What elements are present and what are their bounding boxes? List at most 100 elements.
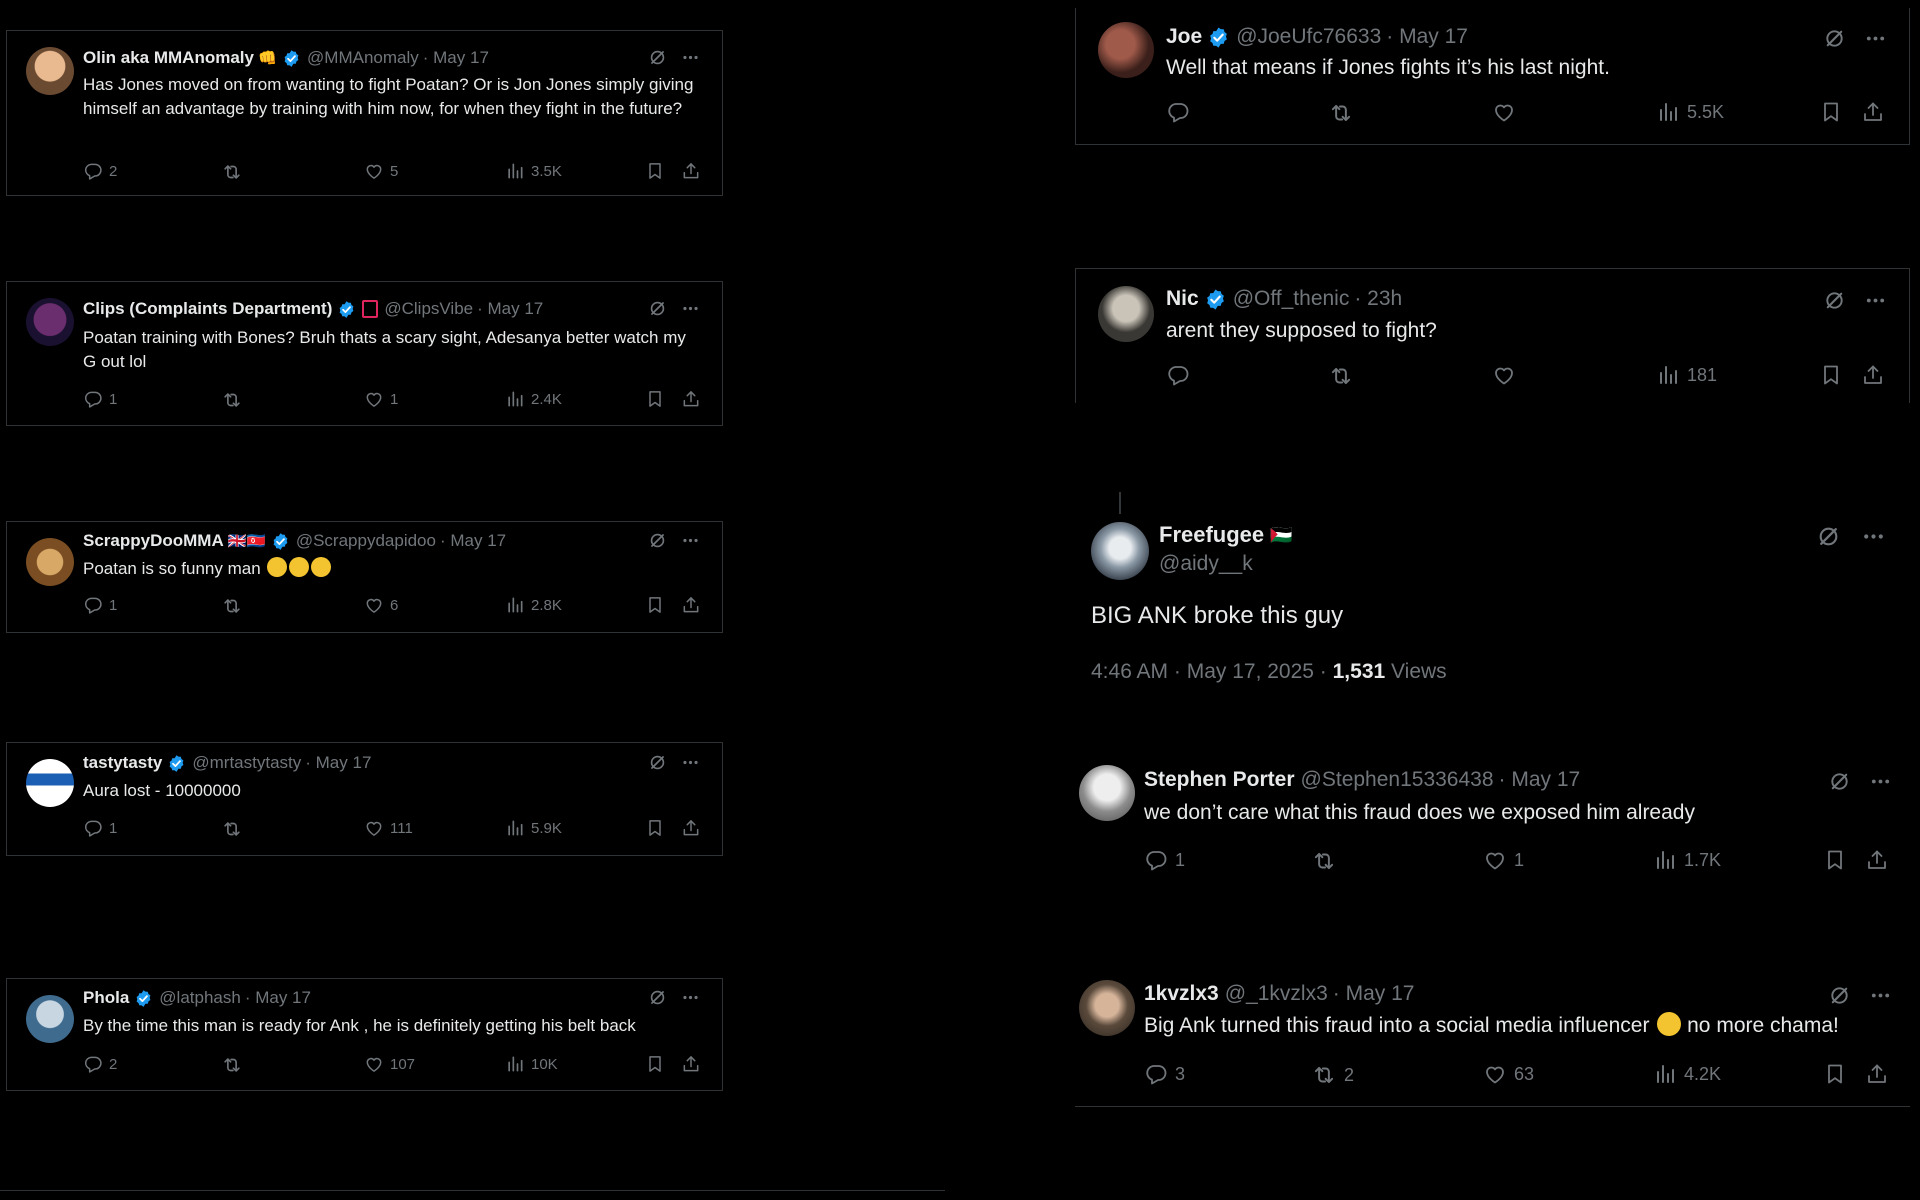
avatar[interactable] bbox=[26, 298, 74, 346]
views-button[interactable]: 10K bbox=[505, 1054, 558, 1074]
more-icon[interactable] bbox=[681, 988, 700, 1007]
main-tweet[interactable]: Freefugee 🇵🇸 @aidy__k BIG ANK broke this… bbox=[1075, 480, 1910, 720]
bookmark-button[interactable] bbox=[1819, 100, 1843, 124]
like-button[interactable] bbox=[1492, 100, 1516, 124]
retweet-button[interactable] bbox=[221, 161, 249, 183]
retweet-button[interactable] bbox=[221, 389, 243, 411]
more-icon[interactable] bbox=[1861, 524, 1886, 549]
avatar[interactable] bbox=[26, 759, 74, 807]
reply-button[interactable]: 2 bbox=[83, 161, 117, 181]
retweet-button[interactable]: 2 bbox=[1311, 1062, 1354, 1088]
avatar[interactable] bbox=[1098, 22, 1154, 78]
tweet-date[interactable]: · 23h bbox=[1354, 287, 1402, 311]
views-button[interactable]: 3.5K bbox=[505, 161, 562, 181]
author-handle[interactable]: @Off_thenic bbox=[1233, 287, 1350, 311]
reply-button[interactable]: 1 bbox=[83, 818, 117, 838]
views-button[interactable]: 2.8K bbox=[505, 595, 562, 615]
more-icon[interactable] bbox=[681, 531, 700, 550]
bookmark-button[interactable] bbox=[645, 818, 665, 838]
bookmark-button[interactable] bbox=[645, 1054, 665, 1074]
author-name[interactable]: Joe bbox=[1166, 25, 1202, 49]
tweet-date[interactable]: · May 17 bbox=[477, 299, 543, 319]
tweet-card[interactable]: tastytasty @mrtastytasty · May 17 Aura l… bbox=[6, 742, 723, 856]
like-button[interactable]: 1 bbox=[1483, 848, 1524, 872]
tweet-date[interactable]: · May 17 bbox=[245, 988, 311, 1008]
avatar[interactable] bbox=[1079, 765, 1135, 821]
share-button[interactable] bbox=[681, 389, 701, 409]
share-button[interactable] bbox=[1865, 1062, 1889, 1086]
avatar[interactable] bbox=[26, 538, 74, 586]
reply-button[interactable]: 3 bbox=[1144, 1062, 1185, 1086]
author-handle[interactable]: @Stephen15336438 bbox=[1301, 768, 1494, 792]
like-button[interactable]: 107 bbox=[364, 1054, 415, 1074]
views-button[interactable]: 1.7K bbox=[1653, 848, 1721, 872]
views-button[interactable]: 5.9K bbox=[505, 818, 562, 838]
retweet-button[interactable] bbox=[221, 818, 243, 840]
author-handle[interactable]: @mrtastytasty bbox=[192, 753, 301, 773]
avatar[interactable] bbox=[1079, 980, 1135, 1036]
tweet-card[interactable]: Stephen Porter @Stephen15336438 · May 17… bbox=[1075, 752, 1910, 882]
bookmark-button[interactable] bbox=[645, 161, 665, 181]
tweet-card[interactable]: 1kvzlx3 @_1kvzlx3 · May 17 Big Ank turne… bbox=[1075, 965, 1910, 1107]
views-button[interactable]: 2.4K bbox=[505, 389, 562, 409]
author-name[interactable]: Phola bbox=[83, 988, 129, 1008]
timestamp-text[interactable]: 4:46 AM · May 17, 2025 · bbox=[1091, 660, 1333, 683]
more-icon[interactable] bbox=[1864, 289, 1887, 312]
like-button[interactable]: 111 bbox=[364, 818, 413, 838]
grok-icon[interactable] bbox=[648, 299, 667, 318]
author-handle[interactable]: @latphash bbox=[159, 988, 241, 1008]
tweet-card[interactable]: Clips (Complaints Department) @ClipsVibe… bbox=[6, 281, 723, 426]
retweet-button[interactable] bbox=[1328, 100, 1354, 126]
like-button[interactable]: 6 bbox=[364, 595, 398, 615]
grok-icon[interactable] bbox=[648, 531, 667, 550]
share-button[interactable] bbox=[1861, 100, 1885, 124]
reply-button[interactable] bbox=[1166, 363, 1190, 387]
bookmark-button[interactable] bbox=[645, 389, 665, 409]
share-button[interactable] bbox=[1861, 363, 1885, 387]
retweet-button[interactable] bbox=[221, 595, 243, 617]
more-icon[interactable] bbox=[681, 753, 700, 772]
tweet-date[interactable]: · May 17 bbox=[440, 531, 506, 551]
author-handle[interactable]: @_1kvzlx3 bbox=[1225, 982, 1328, 1006]
reply-button[interactable]: 2 bbox=[83, 1054, 117, 1074]
tweet-date[interactable]: · May 17 bbox=[1333, 982, 1415, 1006]
grok-icon[interactable] bbox=[1828, 984, 1851, 1007]
grok-icon[interactable] bbox=[1828, 770, 1851, 793]
retweet-button[interactable] bbox=[1311, 848, 1337, 874]
tweet-date[interactable]: · May 17 bbox=[1499, 768, 1581, 792]
like-button[interactable]: 1 bbox=[364, 389, 398, 409]
author-name[interactable]: Clips (Complaints Department) bbox=[83, 299, 332, 319]
bookmark-button[interactable] bbox=[1823, 1062, 1847, 1086]
grok-icon[interactable] bbox=[1823, 27, 1846, 50]
like-button[interactable] bbox=[1492, 363, 1516, 387]
more-icon[interactable] bbox=[1869, 984, 1892, 1007]
share-button[interactable] bbox=[681, 161, 701, 181]
reply-button[interactable] bbox=[1166, 100, 1190, 124]
tweet-card[interactable]: ScrappyDooMMA 🇬🇧🇰🇵 @Scrappydapidoo · May… bbox=[6, 521, 723, 633]
more-icon[interactable] bbox=[681, 299, 700, 318]
author-name[interactable]: Nic bbox=[1166, 287, 1199, 311]
grok-icon[interactable] bbox=[1823, 289, 1846, 312]
reply-button[interactable]: 1 bbox=[83, 595, 117, 615]
author-handle[interactable]: @Scrappydapidoo bbox=[296, 531, 436, 551]
author-name[interactable]: Freefugee bbox=[1159, 522, 1264, 548]
reply-button[interactable]: 1 bbox=[83, 389, 117, 409]
author-handle[interactable]: @aidy__k bbox=[1159, 552, 1253, 576]
tweet-date[interactable]: · May 17 bbox=[423, 48, 489, 68]
retweet-button[interactable] bbox=[1328, 363, 1354, 389]
tweet-card[interactable]: Olin aka MMAnomaly 👊 @MMAnomaly · May 17… bbox=[6, 30, 723, 196]
author-name[interactable]: tastytasty bbox=[83, 753, 162, 773]
author-handle[interactable]: @MMAnomaly bbox=[307, 48, 419, 68]
more-icon[interactable] bbox=[681, 48, 700, 67]
share-button[interactable] bbox=[1865, 848, 1889, 872]
reply-button[interactable]: 1 bbox=[1144, 848, 1185, 872]
views-button[interactable]: 181 bbox=[1656, 363, 1717, 387]
tweet-date[interactable]: · May 17 bbox=[305, 753, 371, 773]
share-button[interactable] bbox=[681, 818, 701, 838]
like-button[interactable]: 5 bbox=[364, 161, 398, 181]
tweet-card[interactable]: Joe @JoeUfc76633 · May 17 Well that mean… bbox=[1075, 8, 1910, 145]
views-button[interactable]: 4.2K bbox=[1653, 1062, 1721, 1086]
share-button[interactable] bbox=[681, 595, 701, 615]
author-name[interactable]: Olin aka MMAnomaly bbox=[83, 48, 254, 68]
retweet-button[interactable] bbox=[221, 1054, 243, 1076]
